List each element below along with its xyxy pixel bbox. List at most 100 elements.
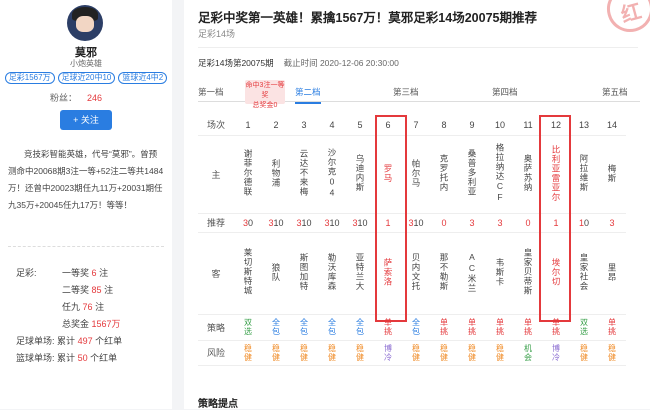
pick-value: 3 xyxy=(497,217,503,228)
strategy-label: 双选 xyxy=(580,318,588,336)
away-cell: 皇家社会 xyxy=(570,232,598,315)
home-team: 罗马 xyxy=(383,163,393,183)
tab-tier-2[interactable]: 第二档 xyxy=(295,86,321,104)
pick-value: 0 xyxy=(418,217,424,228)
row-strategy: 策略 双选 全包 全包 全包 全包 单挑 全包 单挑 单挑 单挑 单挑 单挑 双选 单挑 xyxy=(198,314,626,341)
strategy-label: 单挑 xyxy=(496,318,504,336)
away-team: 勒沃库森 xyxy=(327,253,337,291)
away-cell: 萨索洛 xyxy=(374,232,402,315)
num-cell: 10 xyxy=(486,115,514,136)
tab-tier-1[interactable]: 第一档 xyxy=(198,86,224,98)
num-cell: 6 xyxy=(374,115,402,136)
num-cell: 5 xyxy=(346,115,374,136)
risk-cell: 稳健 xyxy=(262,340,290,366)
strategy-label: 全包 xyxy=(300,318,308,336)
pick-value: 0 xyxy=(334,217,340,228)
away-team: 皇家贝蒂斯 xyxy=(523,248,533,296)
author-title: 小炮英雄 xyxy=(70,59,102,68)
risk-cell: 稳健 xyxy=(346,340,374,366)
rec-cell: 0 xyxy=(514,213,542,233)
pick-value: 0 xyxy=(584,217,590,228)
risk-cell: 稳健 xyxy=(486,340,514,366)
pick-value: 0 xyxy=(441,217,447,228)
away-cell: 埃尔切 xyxy=(542,232,570,315)
home-team: 帕尔马 xyxy=(411,158,421,188)
strategy-label: 全包 xyxy=(328,318,336,336)
away-cell: 斯图加特 xyxy=(290,232,318,315)
home-cell: 桑普多利亚 xyxy=(458,135,486,214)
risk-label: 稳健 xyxy=(412,343,420,362)
tab-tier-5[interactable]: 第五档 xyxy=(602,86,628,98)
row-away: 客莱切斯特城 狼队 斯图加特 勒沃库森 亚特兰大 萨索洛 贝内文托 那不勒斯 AC米兰 韦斯卡 皇家… xyxy=(198,232,626,315)
follow-button[interactable]: + 关注 xyxy=(60,110,112,130)
num-cell: 8 xyxy=(430,115,458,136)
strategy-label: 单挑 xyxy=(608,318,616,336)
risk-label: 稳健 xyxy=(300,343,308,362)
rec-cell: 10 xyxy=(570,213,598,233)
row-home: 主谢菲尔德联 利物浦 云达不来梅 沙尔克04 乌迪内斯 罗马 帕尔马 克罗托内 桑普多利亚 格拉纳… xyxy=(198,135,626,214)
away-team: 莱切斯特城 xyxy=(243,248,253,296)
num-cell: 2 xyxy=(262,115,290,136)
rec-cell: 3 xyxy=(598,213,626,233)
basketball-single-stat: 篮球单场: 累计 50 个红单 xyxy=(16,353,118,363)
divider xyxy=(198,47,638,48)
risk-cell: 博冷 xyxy=(374,340,402,366)
risk-cell: 稳健 xyxy=(318,340,346,366)
home-team: 利物浦 xyxy=(271,158,281,188)
num-cell: 4 xyxy=(318,115,346,136)
num-cell: 12 xyxy=(542,115,570,136)
home-team: 比利亚雷亚尔 xyxy=(551,144,561,202)
strategy-cell: 单挑 xyxy=(458,314,486,341)
away-team: 埃尔切 xyxy=(551,257,561,287)
away-team: 韦斯卡 xyxy=(495,257,505,287)
risk-cell: 稳健 xyxy=(402,340,430,366)
row-label-home: 主 xyxy=(198,135,234,214)
strategy-label: 单挑 xyxy=(552,318,560,336)
strategy-label: 单挑 xyxy=(440,318,448,336)
fans-count: 粉丝： 246 xyxy=(50,93,103,103)
away-team: 斯图加特 xyxy=(299,253,309,291)
risk-cell: 稳健 xyxy=(570,340,598,366)
strategy-label: 全包 xyxy=(412,318,420,336)
num-cell: 11 xyxy=(514,115,542,136)
risk-label: 稳健 xyxy=(468,343,476,362)
strategy-label: 单挑 xyxy=(468,318,476,336)
rec-cell: 310 xyxy=(262,213,290,233)
home-cell: 沙尔克04 xyxy=(318,135,346,214)
strategy-cell: 全包 xyxy=(346,314,374,341)
home-cell: 帕尔马 xyxy=(402,135,430,214)
risk-label: 稳健 xyxy=(496,343,504,362)
home-team: 谢菲尔德联 xyxy=(243,149,253,197)
strategy-cell: 单挑 xyxy=(514,314,542,341)
home-cell: 奥萨苏纳 xyxy=(514,135,542,214)
page-subtitle: 足彩14场 xyxy=(198,29,236,39)
tab-tier-4[interactable]: 第四档 xyxy=(492,86,518,98)
strategy-cell: 全包 xyxy=(318,314,346,341)
home-team: 格拉纳达CF xyxy=(495,143,505,203)
pick-value: 0 xyxy=(248,217,254,228)
away-cell: 那不勒斯 xyxy=(430,232,458,315)
hit-bubble: 命中3注一等奖 总奖金0 xyxy=(245,80,285,109)
away-team: 皇家社会 xyxy=(579,253,589,291)
strategy-cell: 单挑 xyxy=(430,314,458,341)
pick-value: 0 xyxy=(278,217,284,228)
strategy-cell: 双选 xyxy=(570,314,598,341)
risk-label: 机会 xyxy=(524,343,532,362)
pick-value: 0 xyxy=(362,217,368,228)
home-team: 奥萨苏纳 xyxy=(523,154,533,192)
avatar[interactable] xyxy=(67,5,103,41)
tab-tier-3[interactable]: 第三档 xyxy=(393,86,419,98)
row-rec: 推荐 30 310 310 310 310 1 310 0 3 3 0 1 10 3 xyxy=(198,213,626,233)
second-prize-stat: 二等奖 85 注 xyxy=(62,285,114,295)
home-cell: 阿拉维斯 xyxy=(570,135,598,214)
away-team: 萨索洛 xyxy=(383,257,393,287)
away-team: 那不勒斯 xyxy=(439,253,449,291)
row-label-num: 场次 xyxy=(198,115,234,136)
pick-value: 3 xyxy=(609,217,615,228)
risk-label: 稳健 xyxy=(244,343,252,362)
home-team: 乌迪内斯 xyxy=(355,154,365,192)
risk-label: 稳健 xyxy=(356,343,364,362)
strategy-label: 全包 xyxy=(356,318,364,336)
rec-cell: 310 xyxy=(318,213,346,233)
rec-cell: 30 xyxy=(234,213,262,233)
